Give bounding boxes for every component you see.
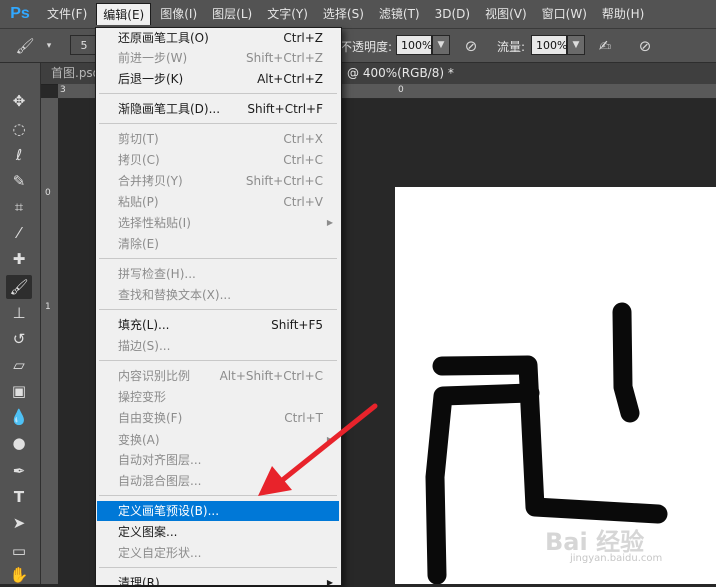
toolbox: ✥ ◌ ℓ ✎ ⌗ ⁄ ✚ 🖌 ⊥ ↺ ▱ ▣ 💧 ● ✒ T ➤ ▭ ✋ xyxy=(0,63,41,584)
edit-menu-dropdown: 还原画笔工具(O) Ctrl+Z 前进一步(W) Shift+Ctrl+Z 后退… xyxy=(95,27,342,586)
flow-dropdown-icon[interactable]: ▼ xyxy=(567,35,585,55)
menu-item-auto-blend[interactable]: 自动混合图层... xyxy=(97,471,339,491)
airbrush-icon[interactable]: ✍ xyxy=(594,35,616,57)
blur-tool-icon[interactable]: 💧 xyxy=(6,405,32,429)
menu-separator xyxy=(99,123,337,124)
healing-brush-tool-icon[interactable]: ✚ xyxy=(6,247,32,271)
watermark-brand: Bai 经验 xyxy=(545,528,645,556)
flow-input[interactable]: 100% xyxy=(531,35,567,55)
ruler-v-label: 1 xyxy=(45,302,51,312)
crop-tool-icon[interactable]: ⌗ xyxy=(6,195,32,219)
menu-item-define-pattern[interactable]: 定义图案... xyxy=(97,522,339,542)
ruler-h-label: 3 xyxy=(60,85,66,95)
menu-separator xyxy=(99,93,337,94)
photoshop-logo: Ps xyxy=(10,5,30,22)
shape-tool-icon[interactable]: ▭ xyxy=(6,539,32,563)
document-canvas[interactable]: Bai 经验 jingyan.baidu.com xyxy=(395,187,716,584)
menu-type[interactable]: 文字(Y) xyxy=(261,3,314,25)
menu-item-purge[interactable]: 清理(R) ▶ xyxy=(97,573,339,586)
pressure-size-icon[interactable]: ⊘ xyxy=(634,35,656,57)
path-select-tool-icon[interactable]: ➤ xyxy=(6,511,32,535)
dodge-tool-icon[interactable]: ● xyxy=(6,431,32,455)
menu-separator xyxy=(99,258,337,259)
tab-document-2[interactable]: @ 400%(RGB/8) * xyxy=(339,63,462,84)
vertical-ruler: 0 1 xyxy=(41,98,59,584)
submenu-arrow-icon: ▶ xyxy=(326,218,333,227)
menu-help[interactable]: 帮助(H) xyxy=(596,3,650,25)
menu-filter[interactable]: 滤镜(T) xyxy=(373,3,426,25)
ruler-h-label: 0 xyxy=(398,85,404,95)
menu-separator xyxy=(99,309,337,310)
menu-item-find-replace[interactable]: 查找和替换文本(X)... xyxy=(97,285,339,305)
menu-image[interactable]: 图像(I) xyxy=(154,3,203,25)
menu-separator xyxy=(99,495,337,496)
menu-item-puppet-warp[interactable]: 操控变形 xyxy=(97,387,339,407)
menu-3d[interactable]: 3D(D) xyxy=(429,3,476,25)
menu-view[interactable]: 视图(V) xyxy=(479,3,533,25)
menu-file[interactable]: 文件(F) xyxy=(41,3,93,25)
menu-item-undo[interactable]: 还原画笔工具(O) Ctrl+Z xyxy=(97,28,339,48)
menu-item-step-backward[interactable]: 后退一步(K) Alt+Ctrl+Z xyxy=(97,69,339,89)
menu-window[interactable]: 窗口(W) xyxy=(536,3,593,25)
menu-item-paste-special[interactable]: 选择性粘贴(I) ▶ xyxy=(97,213,339,233)
menu-separator xyxy=(99,360,337,361)
menu-item-step-forward[interactable]: 前进一步(W) Shift+Ctrl+Z xyxy=(97,48,339,68)
submenu-arrow-icon: ▶ xyxy=(326,435,333,444)
menu-layer[interactable]: 图层(L) xyxy=(206,3,258,25)
lasso-tool-icon[interactable]: ℓ xyxy=(6,143,32,167)
menu-item-define-custom-shape[interactable]: 定义自定形状... xyxy=(97,543,339,563)
menu-item-stroke[interactable]: 描边(S)... xyxy=(97,336,339,356)
menu-item-auto-align[interactable]: 自动对齐图层... xyxy=(97,450,339,470)
clone-stamp-tool-icon[interactable]: ⊥ xyxy=(6,301,32,325)
menu-item-copy[interactable]: 拷贝(C) Ctrl+C xyxy=(97,150,339,170)
eyedropper-tool-icon[interactable]: ⁄ xyxy=(6,221,32,245)
menu-item-content-aware-scale[interactable]: 内容识别比例 Alt+Shift+Ctrl+C xyxy=(97,366,339,386)
ruler-v-label: 0 xyxy=(45,188,51,198)
menu-item-define-brush-preset[interactable]: 定义画笔预设(B)... xyxy=(97,501,339,521)
watermark-url: jingyan.baidu.com xyxy=(570,553,663,564)
brush-size-picker[interactable]: 5 xyxy=(70,35,98,55)
pen-tool-icon[interactable]: ✒ xyxy=(6,459,32,483)
menu-item-free-transform[interactable]: 自由变换(F) Ctrl+T xyxy=(97,408,339,428)
menu-item-fill[interactable]: 填充(L)... Shift+F5 xyxy=(97,315,339,335)
opacity-label: 不透明度: xyxy=(340,40,393,54)
history-brush-tool-icon[interactable]: ↺ xyxy=(6,327,32,351)
opacity-input[interactable]: 100% xyxy=(396,35,432,55)
marquee-tool-icon[interactable]: ◌ xyxy=(6,117,32,141)
menu-item-cut[interactable]: 剪切(T) Ctrl+X xyxy=(97,129,339,149)
menu-item-transform[interactable]: 变换(A) ▶ xyxy=(97,430,339,450)
menu-bar: Ps 文件(F) 编辑(E) 图像(I) 图层(L) 文字(Y) 选择(S) 滤… xyxy=(0,0,716,29)
flow-label: 流量: xyxy=(497,40,526,54)
pressure-opacity-icon[interactable]: ⊘ xyxy=(460,35,482,57)
opacity-dropdown-icon[interactable]: ▼ xyxy=(432,35,450,55)
brush-tool-icon[interactable]: 🖌 xyxy=(14,35,36,57)
quick-select-tool-icon[interactable]: ✎ xyxy=(6,169,32,193)
eraser-tool-icon[interactable]: ▱ xyxy=(6,353,32,377)
menu-item-spell-check[interactable]: 拼写检查(H)... xyxy=(97,264,339,284)
menu-item-fade[interactable]: 渐隐画笔工具(D)... Shift+Ctrl+F xyxy=(97,99,339,119)
tool-preset-dropdown-icon[interactable]: ▾ xyxy=(38,35,60,57)
menu-separator xyxy=(99,567,337,568)
gradient-tool-icon[interactable]: ▣ xyxy=(6,379,32,403)
menu-select[interactable]: 选择(S) xyxy=(317,3,370,25)
menu-item-paste[interactable]: 粘贴(P) Ctrl+V xyxy=(97,192,339,212)
hand-tool-icon[interactable]: ✋ xyxy=(6,563,32,587)
menu-item-clear[interactable]: 清除(E) xyxy=(97,234,339,254)
menu-edit[interactable]: 编辑(E) xyxy=(96,3,152,25)
type-tool-icon[interactable]: T xyxy=(6,485,32,509)
brush-tool-icon[interactable]: 🖌 xyxy=(6,275,32,299)
move-tool-icon[interactable]: ✥ xyxy=(6,89,32,113)
submenu-arrow-icon: ▶ xyxy=(326,578,333,586)
menu-item-copy-merged[interactable]: 合并拷贝(Y) Shift+Ctrl+C xyxy=(97,171,339,191)
